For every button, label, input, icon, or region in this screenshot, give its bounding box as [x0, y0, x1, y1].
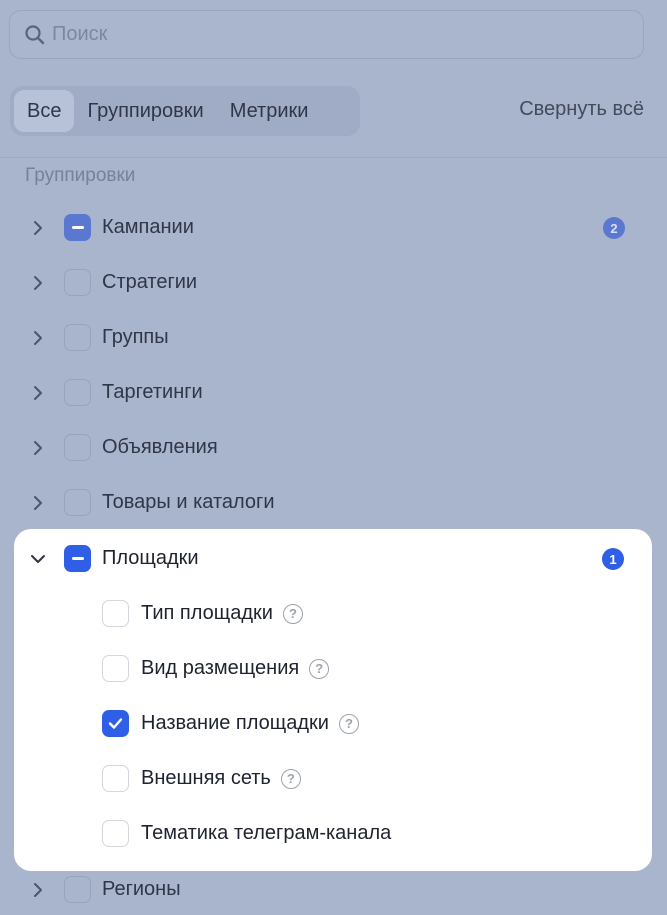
- chevron-right-icon[interactable]: [30, 385, 46, 401]
- checkbox-checked[interactable]: [102, 710, 129, 737]
- help-icon[interactable]: ?: [338, 713, 359, 734]
- option-label: Тип площадки: [141, 602, 273, 624]
- group-label: Площадки: [102, 547, 199, 569]
- chevron-right-icon[interactable]: [30, 330, 46, 346]
- checkbox[interactable]: [64, 876, 91, 903]
- chevron-right-icon[interactable]: [30, 275, 46, 291]
- tab-all[interactable]: Все: [14, 90, 75, 132]
- group-label: Регионы: [102, 878, 181, 900]
- checkbox[interactable]: [102, 600, 129, 627]
- count-badge: 1: [602, 548, 624, 570]
- chevron-right-icon[interactable]: [30, 882, 46, 898]
- search-input[interactable]: Поиск: [9, 10, 644, 59]
- tab-bar: Все Группировки Метрики: [10, 86, 360, 136]
- group-row-products[interactable]: Товары и каталоги: [0, 483, 667, 523]
- collapse-all-link[interactable]: Свернуть всё: [519, 98, 644, 121]
- tab-groupings[interactable]: Группировки: [74, 90, 216, 132]
- option-label: Внешняя сеть: [141, 767, 271, 789]
- checkbox-indeterminate[interactable]: [64, 545, 91, 572]
- checkbox[interactable]: [102, 820, 129, 847]
- chevron-right-icon[interactable]: [30, 220, 46, 236]
- group-label: Таргетинги: [102, 381, 203, 403]
- chevron-down-icon[interactable]: [30, 551, 46, 567]
- group-row-ads[interactable]: Объявления: [0, 428, 667, 468]
- group-row-regions[interactable]: Регионы: [0, 870, 667, 910]
- search-placeholder: Поиск: [52, 23, 108, 45]
- tab-metrics[interactable]: Метрики: [217, 90, 322, 132]
- group-row-campaigns[interactable]: Кампании 2: [0, 208, 667, 248]
- divider: [0, 157, 667, 158]
- chevron-right-icon[interactable]: [30, 495, 46, 511]
- option-row-placement-kind[interactable]: Вид размещения?: [14, 649, 652, 689]
- option-label: Тематика телеграм-канала: [141, 822, 392, 844]
- group-label: Кампании: [102, 216, 194, 238]
- check-icon: [108, 718, 123, 729]
- option-label: Название площадки: [141, 712, 329, 734]
- group-label: Группы: [102, 326, 169, 348]
- help-icon[interactable]: ?: [280, 768, 301, 789]
- expanded-group-panel: Площадки 1 Тип площадки? Вид размещения?…: [14, 529, 652, 871]
- group-label: Стратегии: [102, 271, 198, 293]
- checkbox-indeterminate[interactable]: [64, 214, 91, 241]
- checkbox[interactable]: [64, 434, 91, 461]
- checkbox[interactable]: [102, 655, 129, 682]
- checkbox[interactable]: [64, 379, 91, 406]
- option-row-external-network[interactable]: Внешняя сеть?: [14, 759, 652, 799]
- checkbox[interactable]: [102, 765, 129, 792]
- option-label: Вид размещения: [141, 657, 300, 679]
- checkbox[interactable]: [64, 269, 91, 296]
- option-row-placement-type[interactable]: Тип площадки?: [14, 594, 652, 634]
- group-row-groups[interactable]: Группы: [0, 318, 667, 358]
- group-row-placements[interactable]: Площадки 1: [14, 539, 652, 579]
- group-label: Товары и каталоги: [102, 491, 275, 513]
- checkbox[interactable]: [64, 489, 91, 516]
- option-row-placement-name[interactable]: Название площадки?: [14, 704, 652, 744]
- count-badge: 2: [603, 217, 625, 239]
- chevron-right-icon[interactable]: [30, 440, 46, 456]
- group-row-targetings[interactable]: Таргетинги: [0, 373, 667, 413]
- help-icon[interactable]: ?: [309, 658, 330, 679]
- section-title: Группировки: [25, 165, 136, 186]
- checkbox[interactable]: [64, 324, 91, 351]
- group-row-strategies[interactable]: Стратегии: [0, 263, 667, 303]
- help-icon[interactable]: ?: [282, 603, 303, 624]
- option-row-telegram-topic[interactable]: Тематика телеграм-канала: [14, 814, 652, 854]
- search-icon: [24, 24, 46, 46]
- group-label: Объявления: [102, 436, 218, 458]
